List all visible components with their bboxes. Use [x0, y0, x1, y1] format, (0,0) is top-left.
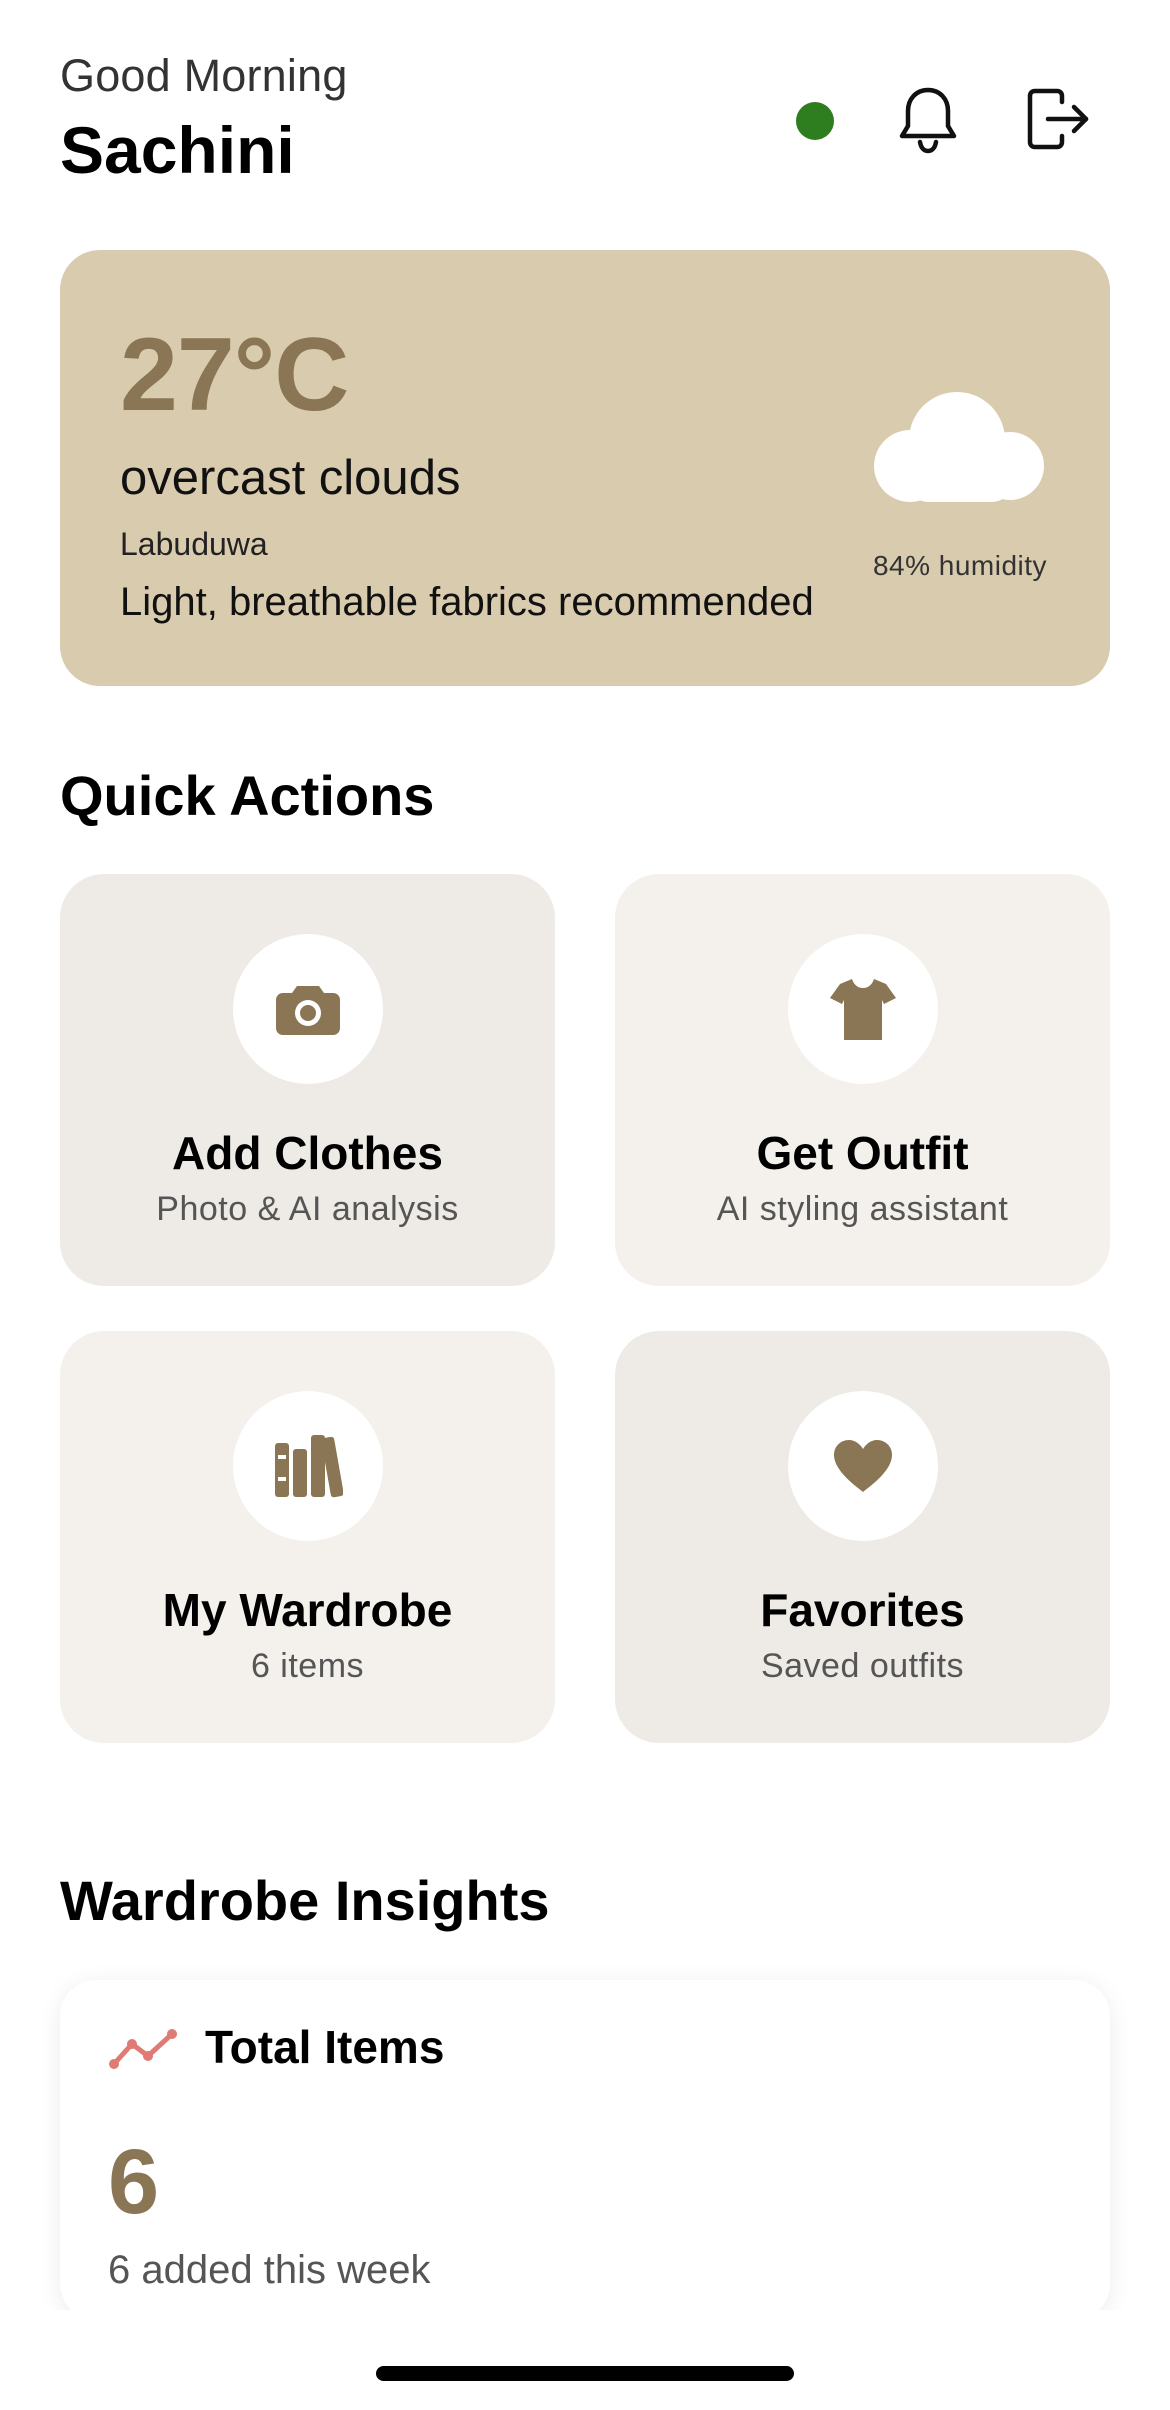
- card-subtitle: Saved outfits: [760, 1647, 965, 1685]
- home-screen: Good Morning Sachini 27°C overcast cloud…: [0, 0, 1170, 2410]
- weather-condition: overcast clouds: [120, 451, 461, 505]
- home-indicator[interactable]: [376, 2366, 794, 2381]
- insight-value: 6: [108, 2131, 160, 2233]
- trend-line-icon: [109, 2029, 177, 2069]
- weather-location: Labuduwa: [120, 526, 268, 562]
- card-subtitle: AI styling assistant: [716, 1190, 1009, 1228]
- my-wardrobe-card[interactable]: My Wardrobe 6 items: [60, 1331, 555, 1743]
- logout-icon: [1027, 88, 1089, 150]
- greeting-text: Good Morning: [60, 50, 348, 101]
- add-clothes-card[interactable]: Add Clothes Photo & AI analysis: [60, 874, 555, 1286]
- total-items-card[interactable]: Total Items 6 6 added this week: [60, 1980, 1110, 2320]
- card-subtitle: Photo & AI analysis: [156, 1190, 459, 1228]
- insight-subtitle: 6 added this week: [108, 2248, 431, 2292]
- card-title: My Wardrobe: [162, 1584, 453, 1636]
- humidity-text: 84% humidity: [872, 550, 1048, 581]
- card-subtitle: 6 items: [250, 1647, 365, 1685]
- temperature: 27°C: [120, 317, 349, 433]
- fabric-recommendation: Light, breathable fabrics recommended: [120, 580, 814, 624]
- icon-circle: [233, 934, 383, 1084]
- icon-circle: [233, 1391, 383, 1541]
- bell-icon: [899, 87, 957, 154]
- notifications-button[interactable]: [896, 84, 960, 156]
- wardrobe-books-icon: [275, 1435, 343, 1498]
- favorites-card[interactable]: Favorites Saved outfits: [615, 1331, 1110, 1743]
- icon-circle: [788, 934, 938, 1084]
- card-title: Add Clothes: [172, 1127, 443, 1179]
- cloud-icon: [874, 392, 1044, 502]
- insight-label: Total Items: [205, 2021, 445, 2073]
- quick-actions-title: Quick Actions: [60, 764, 435, 827]
- card-title: Favorites: [760, 1584, 965, 1636]
- tshirt-icon: [830, 978, 896, 1040]
- status-dot-icon: [796, 102, 834, 140]
- camera-icon: [276, 986, 340, 1035]
- card-title: Get Outfit: [756, 1127, 969, 1179]
- bottom-safe-area: [0, 2310, 1170, 2410]
- weather-card: 27°C overcast clouds Labuduwa Light, bre…: [60, 250, 1110, 686]
- user-name: Sachini: [60, 113, 295, 187]
- wardrobe-insights-title: Wardrobe Insights: [60, 1869, 550, 1932]
- get-outfit-card[interactable]: Get Outfit AI styling assistant: [615, 874, 1110, 1286]
- heart-icon: [834, 1440, 892, 1492]
- logout-button[interactable]: [1026, 88, 1092, 150]
- icon-circle: [788, 1391, 938, 1541]
